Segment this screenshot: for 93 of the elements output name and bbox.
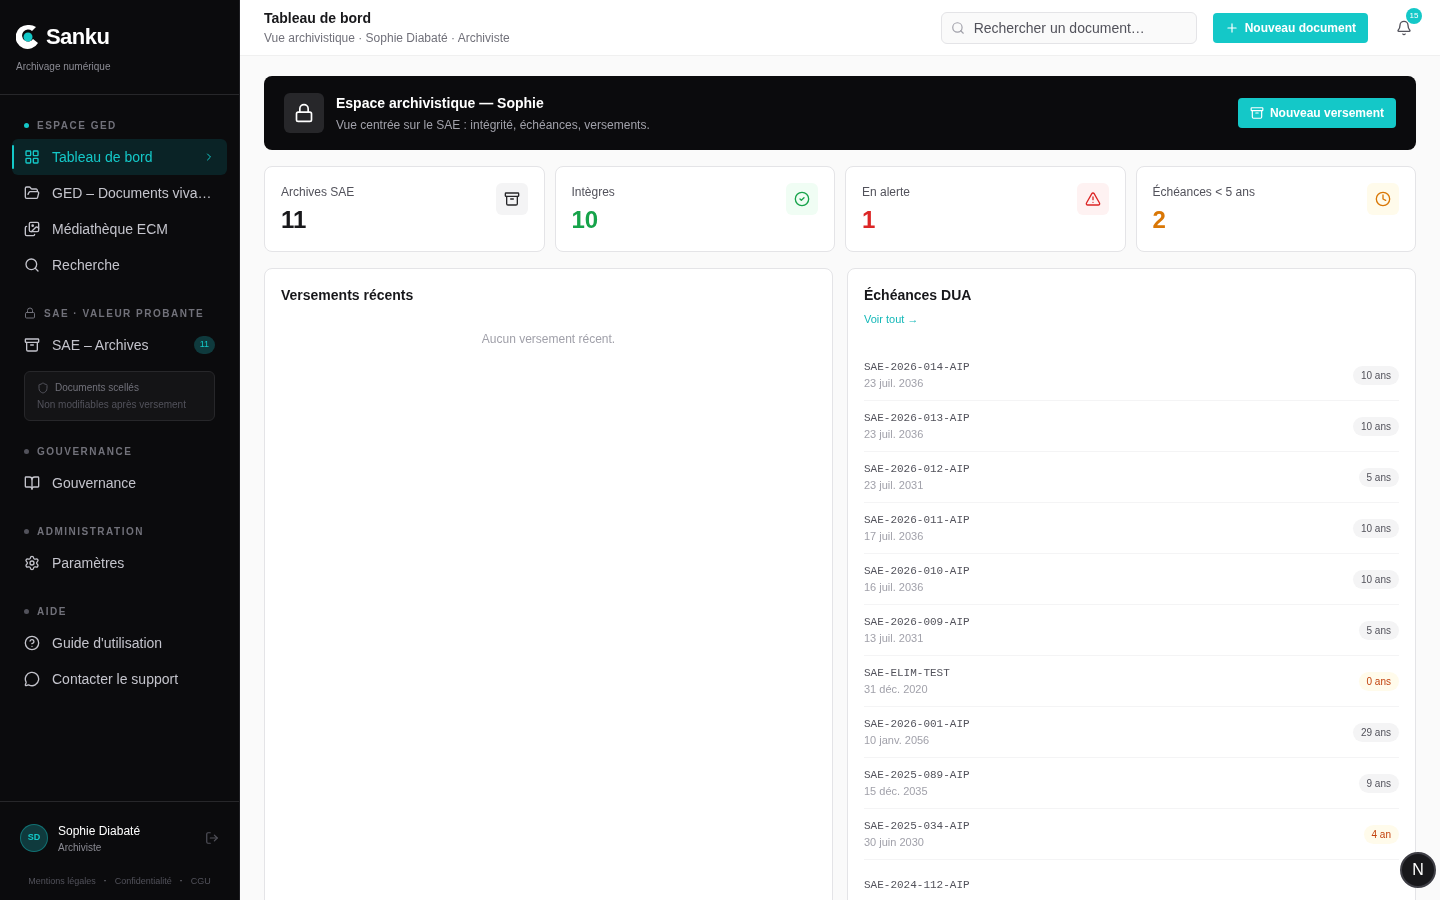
due-date: 23 juil. 2031 bbox=[864, 478, 925, 493]
archive-id: SAE-2026-010-AIP bbox=[864, 563, 971, 579]
separator-dot: · bbox=[179, 874, 183, 888]
stat-label: Échéances < 5 ans bbox=[1152, 183, 1256, 201]
archive-id: SAE-2026-013-AIP bbox=[864, 410, 971, 426]
search-field[interactable]: Rechercher un document… bbox=[940, 11, 1197, 44]
nav-item[interactable]: Tableau de bord bbox=[12, 139, 227, 175]
due-date: 13 juil. 2031 bbox=[864, 631, 925, 646]
archive-id: SAE-2026-011-AIP bbox=[864, 512, 971, 528]
logo-icon bbox=[16, 22, 40, 51]
stat-label: Intègres bbox=[571, 184, 616, 201]
duration-tag: 0 ans bbox=[1358, 671, 1399, 691]
section-title: ADMINISTRATION bbox=[37, 524, 144, 539]
nav-item[interactable]: GED – Documents viva… bbox=[12, 175, 227, 211]
archive-id: SAE-ELIM-TEST bbox=[864, 665, 951, 681]
stat-label: En alerte bbox=[862, 184, 912, 201]
user-avatar: SD bbox=[20, 824, 48, 852]
stat-value: 10 bbox=[571, 205, 600, 235]
nav-item[interactable]: Paramètres bbox=[12, 545, 227, 581]
lock-icon bbox=[284, 93, 324, 133]
nav-item[interactable]: Guide d'utilisation bbox=[12, 625, 227, 661]
panel-title: Échéances DUA bbox=[864, 286, 973, 305]
due-date: 23 juil. 2036 bbox=[864, 376, 925, 391]
user-role: Archiviste bbox=[58, 840, 103, 855]
brand-tagline: Archivage numérique bbox=[16, 60, 112, 74]
stat-value: 2 bbox=[1152, 205, 1167, 235]
duration-tag: 5 ans bbox=[1358, 467, 1399, 487]
archive-id: SAE-2026-009-AIP bbox=[864, 614, 971, 630]
due-date: 30 juin 2030 bbox=[864, 835, 925, 850]
folder-icon bbox=[24, 185, 40, 201]
archive-box-icon bbox=[1249, 106, 1264, 120]
due-date: 23 juil. 2036 bbox=[864, 427, 925, 442]
nav-item[interactable]: Médiathèque ECM bbox=[12, 211, 227, 247]
page-subtitle: Vue archivistique · Sophie Diabaté · Archiviste bbox=[264, 30, 511, 47]
gallery-icon bbox=[24, 221, 40, 237]
due-date: 17 juil. 2036 bbox=[864, 529, 925, 544]
duration-tag: 5 ans bbox=[1358, 620, 1399, 640]
archive-id: SAE-2024-112-AIP bbox=[864, 877, 971, 893]
count-badge: 11 bbox=[193, 336, 215, 354]
clock-icon bbox=[1367, 183, 1399, 215]
panel-title: Versements récents bbox=[281, 286, 415, 305]
section-title: ESPACE GED bbox=[37, 118, 117, 133]
stat-label: Archives SAE bbox=[281, 184, 356, 201]
due-date: 31 déc. 2020 bbox=[864, 682, 929, 697]
duration-tag: 10 ans bbox=[1352, 365, 1399, 385]
duration-tag: 10 ans bbox=[1352, 518, 1399, 538]
archive-id: SAE-2026-001-AIP bbox=[864, 716, 971, 732]
settings-icon bbox=[24, 555, 40, 571]
notification-badge: 15 bbox=[1406, 7, 1422, 24]
stat-value: 11 bbox=[281, 205, 308, 235]
help-icon bbox=[24, 635, 40, 651]
archive-box-icon bbox=[495, 183, 528, 215]
nav-item[interactable]: Gouvernance bbox=[12, 465, 227, 501]
chat-bubble-icon bbox=[24, 671, 40, 687]
page-title: Tableau de bord bbox=[264, 9, 373, 28]
book-icon bbox=[24, 475, 40, 491]
plus-icon bbox=[1224, 20, 1239, 35]
notification-icon[interactable] bbox=[1396, 19, 1412, 36]
brand-name: Sanku bbox=[46, 23, 110, 51]
separator-dot: · bbox=[103, 874, 107, 888]
search-icon bbox=[24, 257, 40, 273]
archive-id: SAE-2025-034-AIP bbox=[864, 818, 971, 834]
warning-icon bbox=[1076, 183, 1109, 215]
duration-tag: 29 ans bbox=[1352, 722, 1399, 742]
section-title: SAE · VALEUR PROBANTE bbox=[44, 306, 205, 321]
note-text: Non modifiables après versement bbox=[37, 398, 187, 412]
nav-item[interactable]: Recherche bbox=[12, 247, 227, 283]
archive-id: SAE-2025-089-AIP bbox=[864, 767, 971, 783]
due-date: 16 juil. 2036 bbox=[864, 580, 925, 595]
archive-id: SAE-2026-014-AIP bbox=[864, 359, 971, 375]
archive-box-icon bbox=[24, 337, 40, 353]
archive-id: SAE-2026-012-AIP bbox=[864, 461, 971, 477]
dev-tools-button[interactable]: N bbox=[1400, 852, 1436, 888]
section-title: AIDE bbox=[37, 604, 67, 619]
nav-item[interactable]: SAE – Archives 11 bbox=[12, 327, 227, 363]
lock-icon bbox=[24, 307, 36, 319]
duration-tag: 4 an bbox=[1363, 824, 1399, 844]
grid-icon bbox=[24, 149, 40, 165]
banner-title: Espace archivistique — Sophie bbox=[336, 93, 545, 113]
banner-text: Vue centrée sur le SAE : intégrité, échéances, versements. bbox=[336, 116, 651, 134]
section-title: GOUVERNANCE bbox=[37, 444, 133, 459]
duration-tag: 9 ans bbox=[1358, 773, 1399, 793]
due-date: 15 déc. 2035 bbox=[864, 784, 929, 799]
search-icon bbox=[950, 20, 965, 35]
user-name: Sophie Diabaté bbox=[58, 822, 142, 840]
nav-item[interactable]: Contacter le support bbox=[12, 661, 227, 697]
duration-tag: 10 ans bbox=[1352, 569, 1399, 589]
empty-message: Aucun versement récent. bbox=[480, 331, 617, 348]
duration-tag: 10 ans bbox=[1352, 416, 1399, 436]
due-date: 10 janv. 2056 bbox=[864, 733, 931, 748]
stat-value: 1 bbox=[862, 205, 877, 235]
shield-icon bbox=[37, 381, 49, 394]
note-title: Documents scellés bbox=[55, 381, 139, 395]
